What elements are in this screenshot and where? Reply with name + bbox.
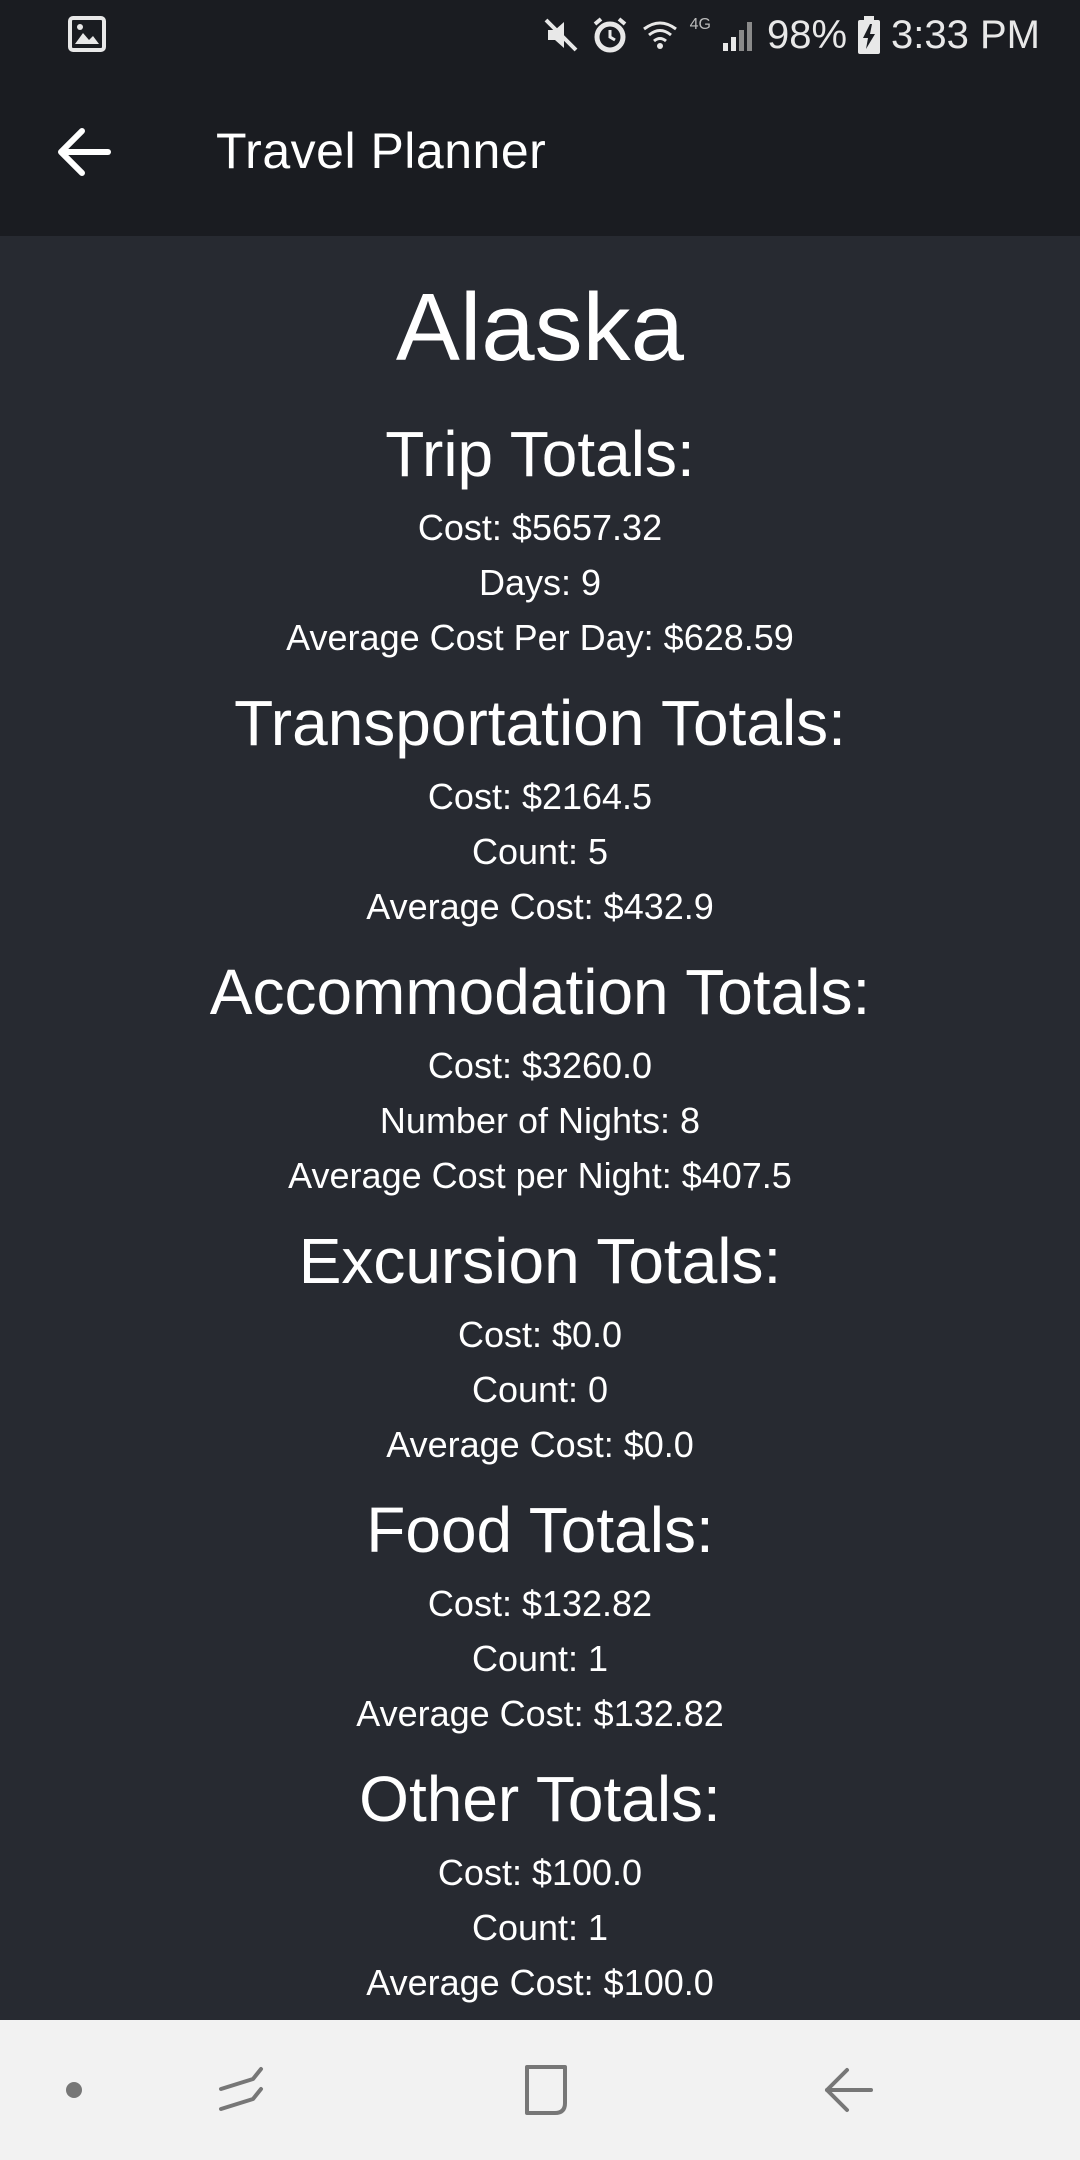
stat-line: Average Cost: $100.0: [366, 1962, 714, 2003]
totals-section: Other Totals: Cost: $100.0 Count: 1 Average…: [0, 1759, 1080, 2010]
totals-section: Transportation Totals: Cost: $2164.5 Count…: [0, 683, 1080, 934]
stat-line: Cost: $3260.0: [427, 1045, 653, 1086]
section-title: Transportation Totals:: [234, 687, 846, 759]
signal-icon: [721, 17, 757, 53]
stat-line: Cost: $2164.5: [427, 776, 653, 817]
stat-line: Number of Nights: 8: [379, 1100, 701, 1141]
stat-line: Average Cost Per Day: $628.59: [286, 617, 794, 658]
alarm-icon: [590, 15, 630, 55]
system-nav-bar: [0, 2020, 1080, 2160]
recent-apps-icon[interactable]: [212, 2060, 272, 2120]
section-title: Food Totals:: [366, 1494, 714, 1566]
totals-section: Food Totals: Cost: $132.82 Count: 1 Average…: [0, 1490, 1080, 1741]
wifi-icon: [640, 15, 680, 55]
section-title: Trip Totals:: [385, 418, 695, 490]
section-title: Excursion Totals:: [298, 1225, 782, 1297]
app-title: Travel Planner: [216, 123, 547, 179]
app-bar: Travel Planner: [0, 70, 1080, 236]
dot-icon[interactable]: [44, 2060, 104, 2120]
stat-line: Cost: $100.0: [437, 1852, 643, 1893]
stat-line: Cost: $0.0: [457, 1314, 623, 1355]
back-button[interactable]: [52, 120, 116, 184]
status-bar: 4G 98% 3:33 PM: [0, 0, 1080, 70]
trip-name: Alaska: [395, 274, 685, 381]
stat-line: Count: 1: [471, 1907, 609, 1948]
stat-line: Count: 0: [471, 1369, 609, 1410]
stat-line: Average Cost: $432.9: [366, 886, 714, 927]
home-icon[interactable]: [516, 2060, 576, 2120]
section-title: Accommodation Totals:: [209, 956, 871, 1028]
trip-summary: Alaska Trip Totals: Cost: $5657.32 Days: 9…: [0, 236, 1080, 2020]
stat-line: Count: 5: [471, 831, 609, 872]
stat-line: Average Cost: $132.82: [356, 1693, 724, 1734]
network-type-label: 4G: [689, 16, 711, 33]
totals-sections: Trip Totals: Cost: $5657.32 Days: 9 Average…: [0, 414, 1080, 2010]
totals-section: Excursion Totals: Cost: $0.0 Count: 0 Avera…: [0, 1221, 1080, 1472]
battery-percent: 98%: [766, 12, 848, 57]
back-icon[interactable]: [818, 2060, 878, 2120]
status-time: 3:33 PM: [891, 12, 1040, 57]
mute-icon: [542, 16, 580, 54]
stat-line: Cost: $132.82: [427, 1583, 653, 1624]
section-title: Other Totals:: [359, 1763, 721, 1835]
totals-section: Accommodation Totals: Cost: $3260.0 Number…: [0, 952, 1080, 1203]
stat-line: Average Cost per Night: $407.5: [288, 1155, 792, 1196]
battery-charging-icon: [857, 15, 881, 55]
arrow-back-icon: [58, 128, 111, 176]
stat-line: Cost: $5657.32: [417, 507, 663, 548]
stat-line: Days: 9: [478, 562, 602, 603]
totals-section: Trip Totals: Cost: $5657.32 Days: 9 Average…: [0, 414, 1080, 665]
image-icon: [68, 16, 106, 52]
stat-line: Count: 1: [471, 1638, 609, 1679]
stat-line: Average Cost: $0.0: [386, 1424, 694, 1465]
